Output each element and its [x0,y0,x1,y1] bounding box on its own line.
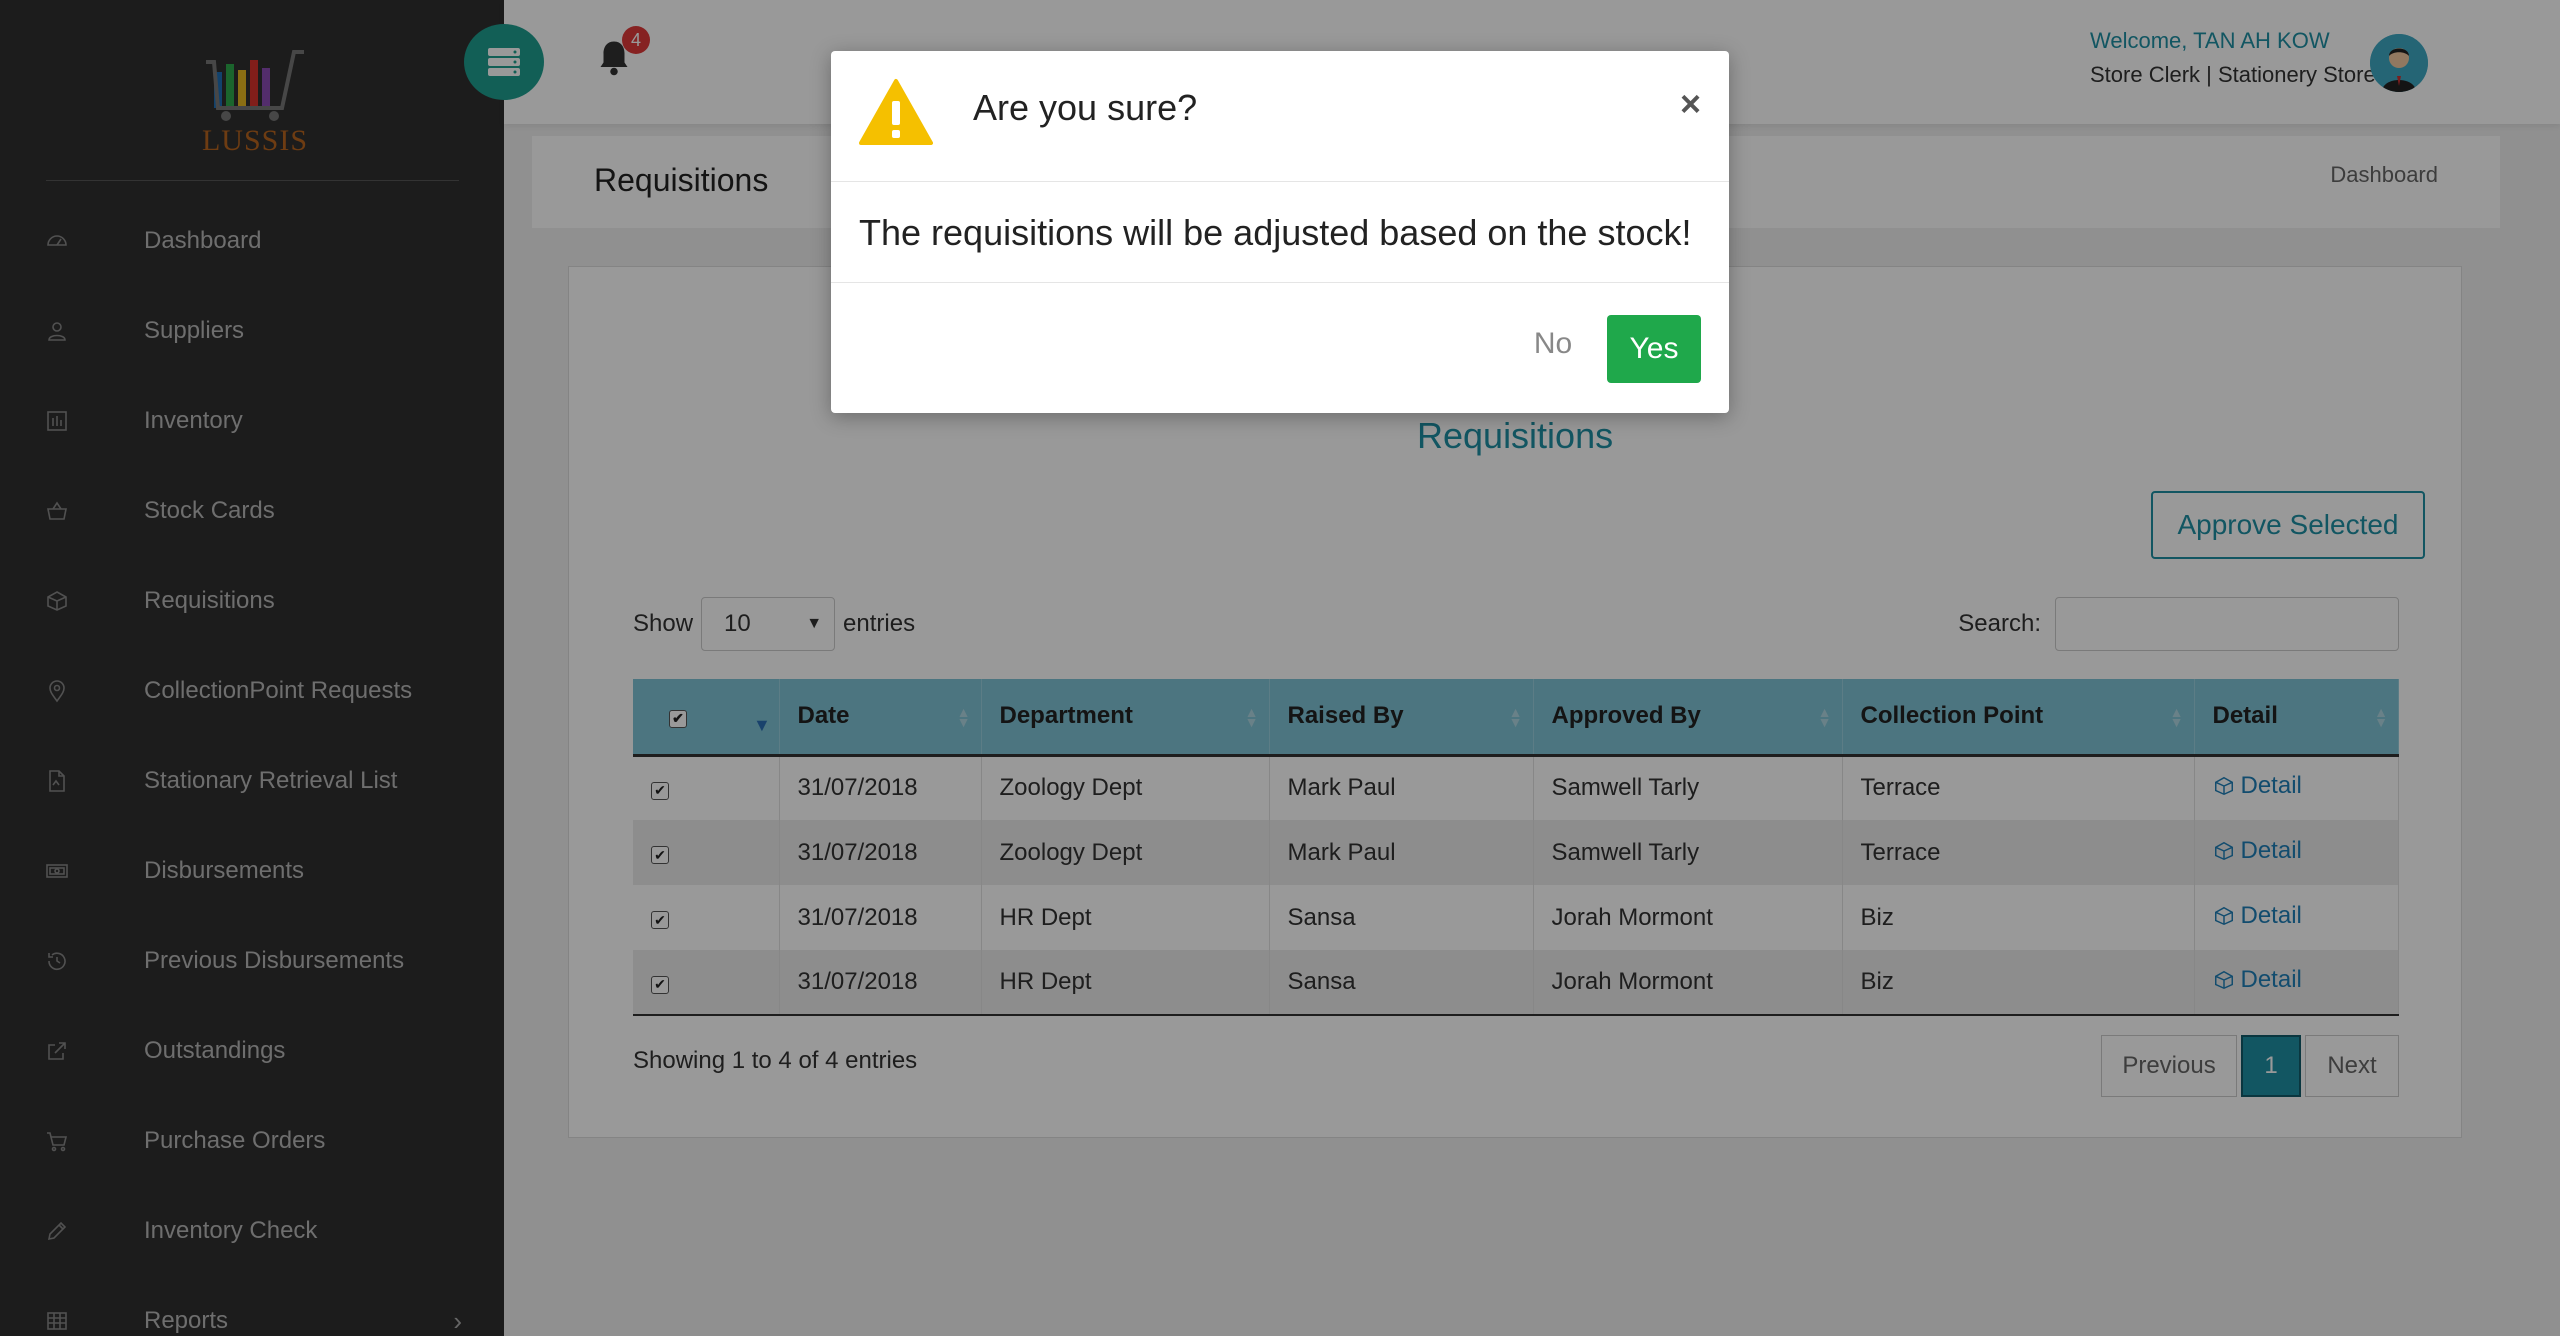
dialog-body: The requisitions will be adjusted based … [831,182,1729,283]
dialog-header: Are you sure? × [831,51,1729,182]
dialog-title: Are you sure? [973,87,1198,128]
dialog-message: The requisitions will be adjusted based … [859,212,1692,253]
warning-icon [859,79,933,145]
confirm-dialog: Are you sure? × The requisitions will be… [831,51,1729,413]
close-icon[interactable]: × [1680,83,1701,125]
no-button[interactable]: No [1523,319,1583,369]
yes-button[interactable]: Yes [1607,315,1701,383]
